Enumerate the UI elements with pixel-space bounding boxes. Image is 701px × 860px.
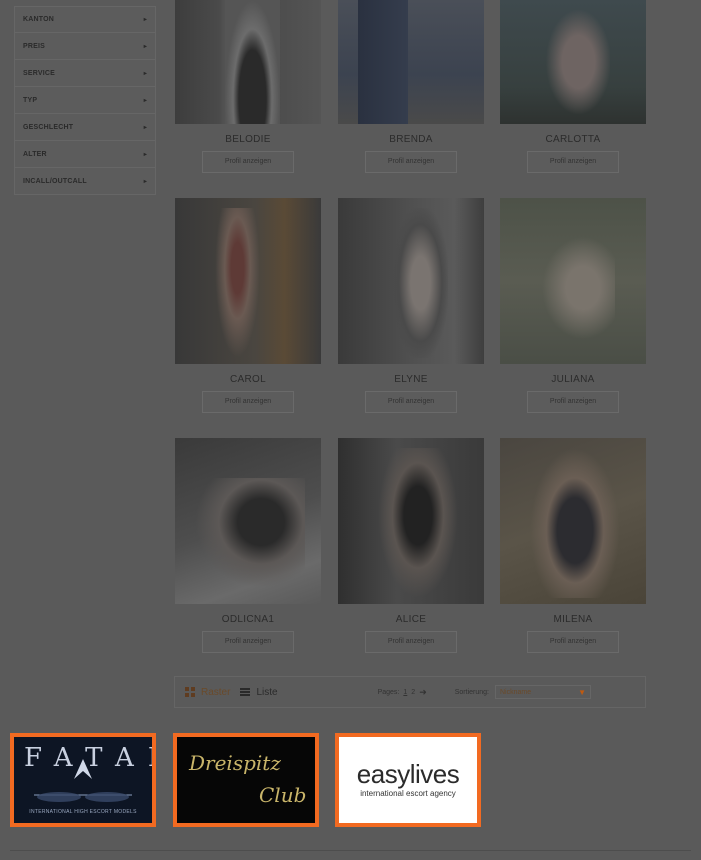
filter-label: TYP <box>23 96 38 104</box>
chevron-right-icon: ▸ <box>143 124 147 131</box>
filter-typ[interactable]: TYP ▸ <box>14 87 156 114</box>
view-profile-button[interactable]: Profil anzeigen <box>365 631 457 653</box>
filter-preis[interactable]: PREIS ▸ <box>14 33 156 60</box>
filter-label: KANTON <box>23 16 55 23</box>
profile-photo[interactable] <box>175 0 321 124</box>
results-toolbar: Raster Liste Pages: 1 2 ➜ Sortierung: Ni… <box>174 676 646 708</box>
grid-view-label[interactable]: Raster <box>201 687 230 698</box>
pagination: Pages: 1 2 ➜ <box>378 687 427 698</box>
profile-card: ELYNE Profil anzeigen <box>338 198 484 413</box>
profile-card: CAROL Profil anzeigen <box>175 198 321 413</box>
profile-name: ELYNE <box>394 374 428 385</box>
filter-sidebar: KANTON ▸ PREIS ▸ SERVICE ▸ TYP ▸ GESCHLECHT ▸… <box>14 6 156 195</box>
partner-logo-fatal[interactable]: FATAL INTERNATIONAL HIGH ESCORT MODELS <box>10 733 156 827</box>
profile-card: MILENA Profil anzeigen <box>500 438 646 653</box>
caret-down-icon: ▼ <box>578 687 586 697</box>
profile-card: JULIANA Profil anzeigen <box>500 198 646 413</box>
profile-photo[interactable] <box>175 438 321 604</box>
sort-control: Sortierung: Nickname ▼ <box>455 685 591 699</box>
sort-label: Sortierung: <box>454 688 489 696</box>
partner-logo-dreispitz[interactable]: Dreispitz Club <box>173 733 319 827</box>
fatal-logo-subtitle: INTERNATIONAL HIGH ESCORT MODELS <box>29 809 137 815</box>
profile-photo[interactable] <box>338 0 484 124</box>
profile-photo[interactable] <box>500 198 646 364</box>
profile-name: BRENDA <box>389 134 433 145</box>
filter-label: SERVICE <box>23 69 56 77</box>
chevron-right-icon: ▸ <box>143 151 147 158</box>
easylives-logo-title: easylives <box>356 759 460 789</box>
list-view-icon[interactable] <box>240 687 251 697</box>
chevron-right-icon: ▸ <box>143 17 147 23</box>
view-profile-button[interactable]: Profil anzeigen <box>202 391 294 413</box>
profile-card: ODLICNA1 Profil anzeigen <box>175 438 321 653</box>
profile-photo[interactable] <box>338 198 484 364</box>
view-profile-button[interactable]: Profil anzeigen <box>527 631 619 653</box>
chevron-right-icon: ▸ <box>143 70 147 77</box>
filter-service[interactable]: SERVICE ▸ <box>14 60 156 87</box>
footer-divider <box>10 850 691 851</box>
pages-label: Pages: <box>377 688 400 696</box>
easylives-logo-subtitle: international escort agency <box>360 789 456 798</box>
profile-photo[interactable] <box>500 438 646 604</box>
view-profile-button[interactable]: Profil anzeigen <box>365 151 457 173</box>
view-profile-button[interactable]: Profil anzeigen <box>527 151 619 173</box>
chevron-right-icon: ▸ <box>143 43 147 50</box>
partner-logo-easylives[interactable]: easylives international escort agency <box>335 733 481 827</box>
view-profile-button[interactable]: Profil anzeigen <box>202 631 294 653</box>
filter-incall-outcall[interactable]: INCALL/OUTCALL ▸ <box>14 168 156 195</box>
profile-name: BELODIE <box>225 134 271 145</box>
filter-label: GESCHLECHT <box>23 123 74 131</box>
filter-alter[interactable]: ALTER ▸ <box>14 141 156 168</box>
dreispitz-logo-line2: Club <box>259 783 307 807</box>
filter-geschlecht[interactable]: GESCHLECHT ▸ <box>14 114 156 141</box>
profile-name: CARLOTTA <box>545 134 601 145</box>
page-link[interactable]: 2 <box>411 689 415 696</box>
profile-name: CAROL <box>230 374 266 385</box>
profile-card: BELODIE Profil anzeigen <box>175 0 321 173</box>
filter-label: INCALL/OUTCALL <box>23 177 87 185</box>
profile-card: CARLOTTA Profil anzeigen <box>500 0 646 173</box>
profile-photo[interactable] <box>500 0 646 124</box>
view-profile-button[interactable]: Profil anzeigen <box>527 391 619 413</box>
profile-name: JULIANA <box>551 374 595 385</box>
sort-value: Nickname <box>499 688 532 696</box>
page-link-current[interactable]: 1 <box>403 689 407 696</box>
profile-card: ALICE Profil anzeigen <box>338 438 484 653</box>
chevron-right-icon: ▸ <box>143 178 147 185</box>
sort-select[interactable]: Nickname ▼ <box>494 685 591 699</box>
filter-kanton[interactable]: KANTON ▸ <box>14 6 156 33</box>
next-arrow-icon[interactable]: ➜ <box>419 687 427 698</box>
chevron-right-icon: ▸ <box>143 97 147 104</box>
view-profile-button[interactable]: Profil anzeigen <box>365 391 457 413</box>
profile-card: BRENDA Profil anzeigen <box>338 0 484 173</box>
list-view-label[interactable]: Liste <box>256 687 277 698</box>
profile-photo[interactable] <box>175 198 321 364</box>
profile-name: ALICE <box>395 614 427 625</box>
profile-name: ODLICNA1 <box>221 614 275 625</box>
filter-label: PREIS <box>23 42 46 50</box>
profile-photo[interactable] <box>338 438 484 604</box>
dreispitz-logo-line1: Dreispitz <box>189 751 281 775</box>
view-profile-button[interactable]: Profil anzeigen <box>202 151 294 173</box>
grid-view-icon[interactable] <box>185 687 195 697</box>
profile-name: MILENA <box>553 614 593 625</box>
filter-label: ALTER <box>23 150 47 158</box>
